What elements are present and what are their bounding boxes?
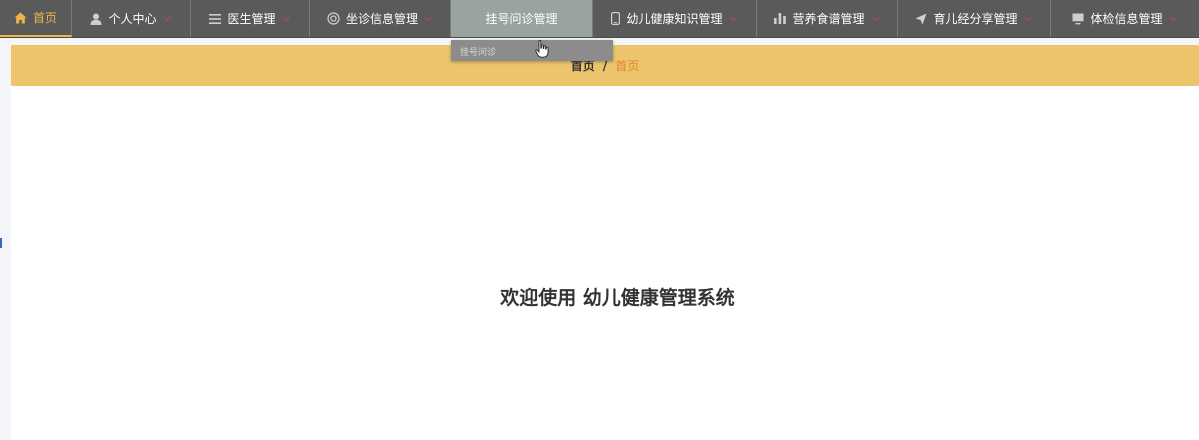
circle-icon <box>327 12 340 25</box>
dropdown-menu: 挂号问诊 <box>451 40 613 61</box>
nav-item-label: 首页 <box>32 11 57 25</box>
nav-item-label: 育儿经分享管理 <box>933 12 1018 26</box>
chevron-down-icon <box>729 16 738 22</box>
chevron-down-icon <box>1024 16 1033 22</box>
nav-item-label: 幼儿健康知识管理 <box>626 12 723 26</box>
chevron-down-icon <box>163 16 172 22</box>
nav-item-label: 营养食谱管理 <box>792 12 865 26</box>
nav-item-label: 医生管理 <box>227 12 276 26</box>
welcome-message: 欢迎使用 幼儿健康管理系统 <box>500 287 735 309</box>
nav-item-personal-center[interactable]: 个人中心 <box>72 0 191 37</box>
top-navigation-bar: 首页 个人中心 医生管理 坐诊信息管理 挂号问诊管理 幼儿健康知识管理 营养食谱… <box>0 0 1199 38</box>
bar-chart-icon <box>774 13 787 24</box>
nav-item-doctor-management[interactable]: 医生管理 <box>191 0 310 37</box>
nav-item-label: 个人中心 <box>108 12 157 26</box>
nav-item-physical-exam-management[interactable]: 体检信息管理 <box>1051 0 1199 37</box>
nav-item-label: 坐诊信息管理 <box>345 12 418 26</box>
main-content <box>11 86 1199 440</box>
left-edge-marker <box>0 238 2 248</box>
chevron-down-icon <box>1169 16 1178 22</box>
user-icon <box>90 13 102 25</box>
nav-item-parenting-share-management[interactable]: 育儿经分享管理 <box>898 0 1051 37</box>
nav-item-registration-management[interactable]: 挂号问诊管理 <box>451 0 593 37</box>
breadcrumb-current: 首页 <box>615 59 640 73</box>
nav-item-label: 体检信息管理 <box>1090 12 1163 26</box>
home-icon <box>14 12 27 24</box>
list-icon <box>209 13 222 24</box>
chevron-down-icon <box>871 16 880 22</box>
hand-pointer-icon <box>535 40 549 62</box>
nav-item-home[interactable]: 首页 <box>0 0 72 37</box>
nav-item-consultation-info-management[interactable]: 坐诊信息管理 <box>310 0 451 37</box>
nav-item-child-health-knowledge-management[interactable]: 幼儿健康知识管理 <box>593 0 757 37</box>
monitor-icon <box>1072 13 1084 25</box>
chevron-down-icon <box>424 16 433 22</box>
chevron-down-icon <box>282 16 291 22</box>
mobile-icon <box>611 12 621 25</box>
nav-item-label: 挂号问诊管理 <box>485 12 558 26</box>
nav-item-nutrition-recipe-management[interactable]: 营养食谱管理 <box>757 0 898 37</box>
send-icon <box>915 13 927 25</box>
